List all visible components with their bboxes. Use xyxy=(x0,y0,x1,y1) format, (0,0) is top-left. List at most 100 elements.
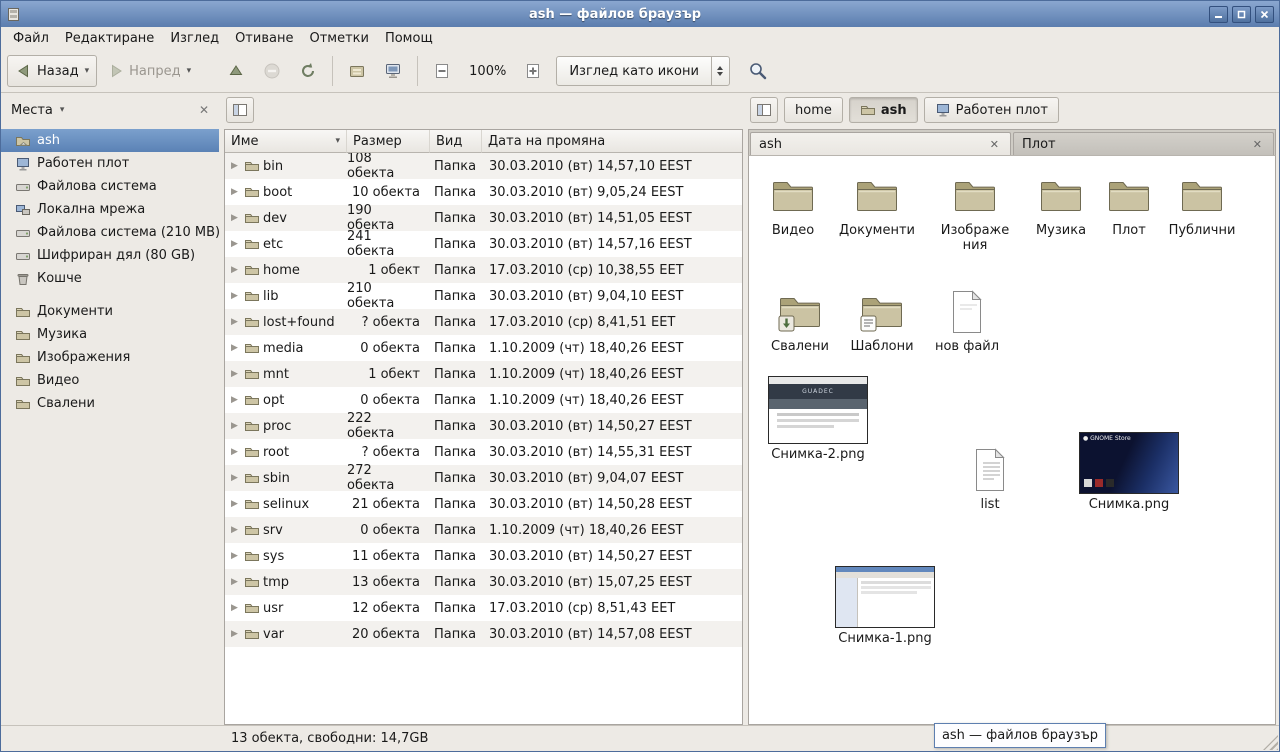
file-item-documents[interactable]: Документи xyxy=(835,172,919,238)
table-row-mnt[interactable]: ▶mnt1 обектПапка1.10.2009 (чт) 18,40,26 … xyxy=(225,361,742,387)
expander-icon[interactable]: ▶ xyxy=(228,317,241,327)
pathbar-button-desktop[interactable]: Работен плот xyxy=(924,97,1059,123)
sidebar-item-trash[interactable]: Кошче xyxy=(1,267,219,290)
sidebar-item-filesystem[interactable]: Файлова система xyxy=(1,175,219,198)
zoom-in-button[interactable] xyxy=(516,55,550,87)
file-item-downloads[interactable]: Свалени xyxy=(758,288,842,354)
table-row-srv[interactable]: ▶srv0 обектаПапка1.10.2009 (чт) 18,40,26… xyxy=(225,517,742,543)
search-button[interactable] xyxy=(740,55,776,87)
table-row-var[interactable]: ▶var20 обектаПапка30.03.2010 (вт) 14,57,… xyxy=(225,621,742,647)
table-row-opt[interactable]: ▶opt0 обектаПапка1.10.2009 (чт) 18,40,26… xyxy=(225,387,742,413)
location-toggle-button[interactable] xyxy=(226,97,254,123)
menu-bookmarks[interactable]: Отметки xyxy=(301,28,376,49)
table-row-home[interactable]: ▶home1 обектПапка17.03.2010 (ср) 10,38,5… xyxy=(225,257,742,283)
reload-button[interactable] xyxy=(291,55,325,87)
table-row-media[interactable]: ▶media0 обектаПапка1.10.2009 (чт) 18,40,… xyxy=(225,335,742,361)
back-button[interactable]: Назад ▾ xyxy=(7,55,97,87)
view-mode-dropdown[interactable]: Изглед като икони xyxy=(556,56,730,86)
table-row-lib[interactable]: ▶lib210 обектаПапка30.03.2010 (вт) 9,04,… xyxy=(225,283,742,309)
expander-icon[interactable]: ▶ xyxy=(228,369,241,379)
sidebar-item-downloads[interactable]: Свалени xyxy=(1,392,219,415)
sidebar-item-filesystem-210mb[interactable]: Файлова система (210 MB) xyxy=(1,221,219,244)
expander-icon[interactable]: ▶ xyxy=(228,291,241,301)
sidebar-item-ash[interactable]: ash xyxy=(1,129,219,152)
expander-icon[interactable]: ▶ xyxy=(228,499,241,509)
expander-icon[interactable]: ▶ xyxy=(228,421,241,431)
sidebar-item-documents[interactable]: Документи xyxy=(1,300,219,323)
table-row-etc[interactable]: ▶etc241 обектаПапка30.03.2010 (вт) 14,57… xyxy=(225,231,742,257)
pathbar-button-ash[interactable]: ash xyxy=(849,97,918,123)
file-item-public[interactable]: Публични xyxy=(1160,172,1244,238)
forward-button[interactable]: Напред ▾ xyxy=(99,55,199,87)
expander-icon[interactable]: ▶ xyxy=(228,187,241,197)
close-button[interactable] xyxy=(1255,6,1274,23)
file-item-new-file[interactable]: нов файл xyxy=(925,288,1009,354)
column-header-type[interactable]: Вид xyxy=(430,130,482,153)
expander-icon[interactable]: ▶ xyxy=(228,161,241,171)
table-row-bin[interactable]: ▶bin108 обектаПапка30.03.2010 (вт) 14,57… xyxy=(225,153,742,179)
column-header-modified[interactable]: Дата на промяна xyxy=(482,130,742,153)
sidebar-item-pictures[interactable]: Изображения xyxy=(1,346,219,369)
pathbar-button-home[interactable]: home xyxy=(784,97,843,123)
zoom-out-button[interactable] xyxy=(425,55,459,87)
table-row-root[interactable]: ▶root? обектаПапка30.03.2010 (вт) 14,55,… xyxy=(225,439,742,465)
table-row-lost-found[interactable]: ▶lost+found? обектаПапка17.03.2010 (ср) … xyxy=(225,309,742,335)
table-row-boot[interactable]: ▶boot10 обектаПапка30.03.2010 (вт) 9,05,… xyxy=(225,179,742,205)
minimize-button[interactable] xyxy=(1209,6,1228,23)
expander-icon[interactable]: ▶ xyxy=(228,473,241,483)
expander-icon[interactable]: ▶ xyxy=(228,629,241,639)
expander-icon[interactable]: ▶ xyxy=(228,447,241,457)
up-button[interactable] xyxy=(219,55,253,87)
file-item-snimka-png[interactable]: ● GNOME StoreСнимка.​png xyxy=(1074,432,1184,512)
table-row-sys[interactable]: ▶sys11 обектаПапка30.03.2010 (вт) 14,50,… xyxy=(225,543,742,569)
sidebar-item-network[interactable]: Локална мрежа xyxy=(1,198,219,221)
menu-go[interactable]: Отиване xyxy=(227,28,301,49)
file-item-list[interactable]: list xyxy=(948,446,1032,512)
stop-button[interactable] xyxy=(255,55,289,87)
file-item-snimka-2-png[interactable]: GUADECСнимка-2.​png xyxy=(763,376,873,462)
table-row-dev[interactable]: ▶dev190 обектаПапка30.03.2010 (вт) 14,51… xyxy=(225,205,742,231)
menu-help[interactable]: Помощ xyxy=(377,28,441,49)
file-item-snimka-1-png[interactable]: Снимка-1.​png xyxy=(830,566,940,646)
table-row-selinux[interactable]: ▶selinux21 обектаПапка30.03.2010 (вт) 14… xyxy=(225,491,742,517)
menu-view[interactable]: Изглед xyxy=(162,28,227,49)
expander-icon[interactable]: ▶ xyxy=(228,603,241,613)
tab-ash[interactable]: ash✕ xyxy=(750,132,1011,155)
titlebar[interactable]: ash — файлов браузър xyxy=(1,1,1279,27)
menu-file[interactable]: Файл xyxy=(5,28,57,49)
table-row-proc[interactable]: ▶proc222 обектаПапка30.03.2010 (вт) 14,5… xyxy=(225,413,742,439)
chevron-down-icon[interactable]: ▾ xyxy=(60,105,65,115)
sidebar-item-desktop[interactable]: Работен плот xyxy=(1,152,219,175)
expander-icon[interactable]: ▶ xyxy=(228,265,241,275)
maximize-button[interactable] xyxy=(1232,6,1251,23)
computer-button[interactable] xyxy=(376,55,410,87)
tab-close-icon[interactable]: ✕ xyxy=(987,137,1002,152)
file-item-pictures[interactable]: Изображения xyxy=(938,172,1012,253)
expander-icon[interactable]: ▶ xyxy=(228,343,241,353)
table-row-tmp[interactable]: ▶tmp13 обектаПапка30.03.2010 (вт) 15,07,… xyxy=(225,569,742,595)
expander-icon[interactable]: ▶ xyxy=(228,525,241,535)
file-item-templates[interactable]: Шаблони xyxy=(840,288,924,354)
sidebar-item-videos[interactable]: Видео xyxy=(1,369,219,392)
menu-edit[interactable]: Редактиране xyxy=(57,28,162,49)
tab-plot[interactable]: Плот✕ xyxy=(1013,132,1274,155)
home-folder-button[interactable] xyxy=(340,55,374,87)
expander-icon[interactable]: ▶ xyxy=(228,395,241,405)
column-header-size[interactable]: Размер xyxy=(347,130,430,153)
sidebar-item-music[interactable]: Музика xyxy=(1,323,219,346)
table-row-sbin[interactable]: ▶sbin272 обектаПапка30.03.2010 (вт) 9,04… xyxy=(225,465,742,491)
column-header-name[interactable]: Име▾ xyxy=(225,130,347,153)
expander-icon[interactable]: ▶ xyxy=(228,551,241,561)
sidebar-close-icon[interactable]: ✕ xyxy=(199,103,209,117)
resize-grip[interactable] xyxy=(1263,735,1278,750)
file-item-desktop[interactable]: Плот xyxy=(1087,172,1171,238)
file-item-videos[interactable]: Видео xyxy=(751,172,835,238)
pathbar-root-button[interactable] xyxy=(750,97,778,123)
expander-icon[interactable]: ▶ xyxy=(228,213,241,223)
expander-icon[interactable]: ▶ xyxy=(228,239,241,249)
icon-view[interactable]: ВидеоДокументиИзображенияМузикаПлотПубли… xyxy=(748,155,1276,725)
expander-icon[interactable]: ▶ xyxy=(228,577,241,587)
table-row-usr[interactable]: ▶usr12 обектаПапка17.03.2010 (ср) 8,51,4… xyxy=(225,595,742,621)
sidebar-item-encrypted-80gb[interactable]: Шифриран дял (80 GB) xyxy=(1,244,219,267)
tab-close-icon[interactable]: ✕ xyxy=(1250,137,1265,152)
